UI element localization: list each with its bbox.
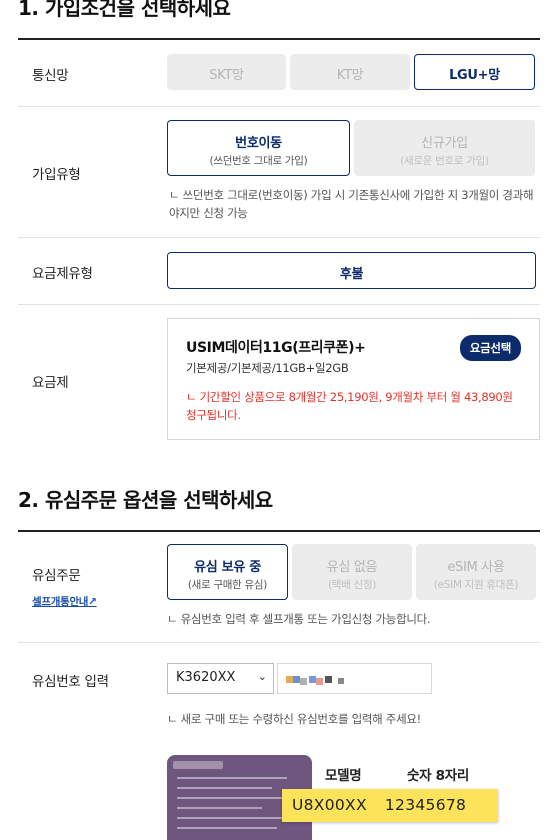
usim-number-example: U8X00XX 12345678 (282, 789, 498, 822)
digits-value: 12345678 (384, 796, 467, 814)
join-type-note: ㄴ 쓰던번호 그대로(번호이동) 가입 시 기존통신사에 가입한 지 3개월이 … (169, 188, 534, 220)
usim-have-label: 유심 보유 중 (194, 560, 261, 575)
row-divider (18, 237, 540, 238)
card-header-bar (173, 761, 223, 769)
row-divider (18, 642, 540, 643)
masked-input-pixel (309, 676, 316, 683)
usim-option-have[interactable]: 유심 보유 중 (새로 구매한 유심) (167, 544, 288, 600)
plan-label: 요금제 (32, 375, 69, 391)
plan-name: USIM데이터11G(프리쿠폰)+ (186, 340, 366, 356)
usim-none-label: 유심 없음 (326, 560, 378, 575)
usim-esim-sub: (eSIM 지원 휴대폰) (433, 579, 519, 591)
network-option-kt[interactable]: KT망 (290, 54, 410, 90)
masked-input-pixel (286, 676, 293, 683)
usim-option-none[interactable]: 유심 없음 (택배 신청) (292, 544, 412, 600)
plan-card: USIM데이터11G(프리쿠폰)+ 기본제공/기본제공/11GB+일2GB 요금… (167, 318, 540, 440)
card-text-line (177, 807, 262, 809)
section-2-divider (18, 530, 540, 532)
join-type-option-new[interactable]: 신규가입 (새로운 번호로 가입) (354, 120, 535, 176)
card-text-line (177, 777, 287, 779)
plan-discount-note: ㄴ 기간할인 상품으로 8개월간 25,190원, 9개월차 부터 월 43,8… (186, 390, 513, 422)
usim-prefix-select[interactable]: K3620XX ⌄ (167, 663, 274, 694)
card-text-line (177, 787, 272, 789)
join-type-new-sub: (새로운 번호로 가입) (400, 155, 489, 167)
usim-prefix-value: K3620XX (176, 670, 236, 685)
join-type-option-port[interactable]: 번호이동 (쓰던번호 그대로 가입) (167, 120, 350, 176)
masked-input-pixel (316, 678, 323, 685)
row-divider (18, 304, 540, 305)
card-text-line (177, 797, 297, 799)
usim-order-note: ㄴ 유심번호 입력 후 셀프개통 또는 가입신청 가능합니다. (167, 612, 431, 626)
join-type-new-label: 신규가입 (421, 136, 468, 151)
usim-number-note: ㄴ 새로 구매 또는 수령하신 유심번호를 입력해 주세요! (167, 712, 421, 726)
card-text-line (177, 827, 277, 829)
join-type-port-sub: (쓰던번호 그대로 가입) (209, 155, 308, 167)
usim-option-esim[interactable]: eSIM 사용 (eSIM 지원 휴대폰) (416, 544, 536, 600)
join-type-port-label: 번호이동 (235, 136, 282, 151)
network-label: 통신망 (32, 68, 69, 84)
usim-esim-label: eSIM 사용 (447, 560, 505, 575)
masked-input-pixel (300, 678, 307, 685)
masked-input-pixel (338, 678, 344, 684)
chevron-down-icon: ⌄ (257, 670, 267, 683)
masked-input-pixel (325, 676, 332, 683)
network-option-skt[interactable]: SKT망 (167, 54, 286, 90)
usim-have-sub: (새로 구매한 유심) (187, 579, 268, 591)
plan-type-label: 요금제유형 (32, 266, 93, 282)
plan-type-postpaid-label: 후불 (339, 267, 364, 282)
model-value: U8X00XX (292, 796, 367, 814)
self-activation-guide-link[interactable]: 셀프개통안내↗ (32, 594, 97, 609)
section-2-title: 2. 유심주문 옵션을 선택하세요 (18, 488, 273, 512)
masked-input-pixel (293, 676, 300, 683)
network-option-kt-label: KT망 (336, 68, 364, 83)
usim-number-input[interactable] (277, 663, 432, 694)
usim-order-label: 유심주문 (32, 568, 81, 584)
plan-description: 기본제공/기본제공/11GB+일2GB (186, 361, 349, 375)
usim-number-label: 유심번호 입력 (32, 674, 109, 690)
section-1-title: 1. 가입조건을 선택하세요 (18, 0, 231, 20)
digits-label: 숫자 8자리 (407, 768, 469, 784)
network-option-skt-label: SKT망 (209, 68, 244, 83)
select-plan-button[interactable]: 요금선택 (459, 335, 521, 361)
join-type-label: 가입유형 (32, 167, 81, 183)
section-1-divider (18, 38, 540, 40)
network-option-lgu-label: LGU+망 (449, 68, 500, 83)
network-option-lgu[interactable]: LGU+망 (414, 54, 535, 90)
card-text-line (177, 817, 292, 819)
row-divider (18, 106, 540, 107)
usim-none-sub: (택배 신청) (327, 579, 377, 591)
model-name-label: 모델명 (325, 768, 362, 784)
plan-type-option-postpaid[interactable]: 후불 (167, 252, 536, 289)
